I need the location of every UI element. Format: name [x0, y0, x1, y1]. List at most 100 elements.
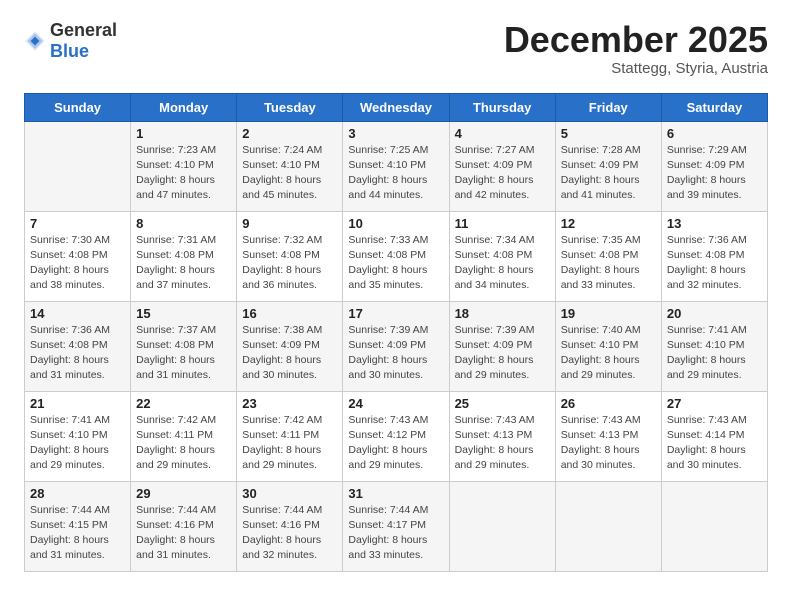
day-number: 1 — [136, 126, 231, 141]
calendar-body: 1 Sunrise: 7:23 AMSunset: 4:10 PMDaylight… — [25, 121, 768, 571]
logo-general: General — [50, 20, 117, 40]
day-number: 21 — [30, 396, 125, 411]
day-info: Sunrise: 7:40 AMSunset: 4:10 PMDaylight:… — [561, 323, 656, 384]
day-number: 24 — [348, 396, 443, 411]
day-number: 6 — [667, 126, 762, 141]
calendar-cell: 22Sunrise: 7:42 AMSunset: 4:11 PMDayligh… — [131, 391, 237, 481]
day-info: Sunrise: 7:44 AMSunset: 4:16 PMDaylight:… — [136, 503, 231, 564]
day-of-week-header: Wednesday — [343, 93, 449, 121]
day-number: 2 — [242, 126, 337, 141]
calendar-week-row: 28Sunrise: 7:44 AMSunset: 4:15 PMDayligh… — [25, 481, 768, 571]
day-number: 14 — [30, 306, 125, 321]
calendar-cell: 16Sunrise: 7:38 AMSunset: 4:09 PMDayligh… — [237, 301, 343, 391]
day-number: 23 — [242, 396, 337, 411]
calendar-cell — [661, 481, 767, 571]
day-info: Sunrise: 7:43 AMSunset: 4:13 PMDaylight:… — [561, 413, 656, 474]
calendar-cell: 17 Sunrise: 7:39 AMSunset: 4:09 PMDayligh… — [343, 301, 449, 391]
day-info: Sunrise: 7:30 AMSunset: 4:08 PMDaylight:… — [30, 233, 125, 294]
day-number: 10 — [348, 216, 443, 231]
day-info: Sunrise: 7:23 AMSunset: 4:10 PMDaylight:… — [136, 143, 231, 204]
day-number: 20 — [667, 306, 762, 321]
day-of-week-header: Sunday — [25, 93, 131, 121]
calendar-week-row: 7 Sunrise: 7:30 AMSunset: 4:08 PMDaylight… — [25, 211, 768, 301]
day-number: 8 — [136, 216, 231, 231]
day-info: Sunrise: 7:37 AMSunset: 4:08 PMDaylight:… — [136, 323, 231, 384]
calendar-week-row: 1 Sunrise: 7:23 AMSunset: 4:10 PMDaylight… — [25, 121, 768, 211]
calendar-cell: 24 Sunrise: 7:43 AMSunset: 4:12 PMDayligh… — [343, 391, 449, 481]
day-number: 26 — [561, 396, 656, 411]
day-info: Sunrise: 7:39 AMSunset: 4:09 PMDaylight:… — [455, 323, 550, 384]
day-info: Sunrise: 7:44 AMSunset: 4:17 PMDaylight:… — [348, 503, 443, 564]
day-of-week-header: Tuesday — [237, 93, 343, 121]
calendar-week-row: 14 Sunrise: 7:36 AMSunset: 4:08 PMDayligh… — [25, 301, 768, 391]
calendar-cell: 31 Sunrise: 7:44 AMSunset: 4:17 PMDayligh… — [343, 481, 449, 571]
day-number: 7 — [30, 216, 125, 231]
calendar-cell: 1 Sunrise: 7:23 AMSunset: 4:10 PMDaylight… — [131, 121, 237, 211]
day-info: Sunrise: 7:44 AMSunset: 4:16 PMDaylight:… — [242, 503, 337, 564]
day-number: 28 — [30, 486, 125, 501]
day-info: Sunrise: 7:43 AMSunset: 4:12 PMDaylight:… — [348, 413, 443, 474]
calendar-cell: 3 Sunrise: 7:25 AMSunset: 4:10 PMDaylight… — [343, 121, 449, 211]
title-block: December 2025 Stattegg, Styria, Austria — [504, 20, 768, 77]
day-info: Sunrise: 7:43 AMSunset: 4:13 PMDaylight:… — [455, 413, 550, 474]
day-number: 27 — [667, 396, 762, 411]
calendar-cell: 29Sunrise: 7:44 AMSunset: 4:16 PMDayligh… — [131, 481, 237, 571]
page-header: General Blue December 2025 Stattegg, Sty… — [24, 20, 768, 77]
day-number: 12 — [561, 216, 656, 231]
day-number: 22 — [136, 396, 231, 411]
day-number: 11 — [455, 216, 550, 231]
calendar-cell: 21 Sunrise: 7:41 AMSunset: 4:10 PMDayligh… — [25, 391, 131, 481]
calendar-cell: 28Sunrise: 7:44 AMSunset: 4:15 PMDayligh… — [25, 481, 131, 571]
day-info: Sunrise: 7:41 AMSunset: 4:10 PMDaylight:… — [667, 323, 762, 384]
day-info: Sunrise: 7:35 AMSunset: 4:08 PMDaylight:… — [561, 233, 656, 294]
day-of-week-header: Thursday — [449, 93, 555, 121]
day-number: 13 — [667, 216, 762, 231]
calendar-cell: 5Sunrise: 7:28 AMSunset: 4:09 PMDaylight… — [555, 121, 661, 211]
day-info: Sunrise: 7:32 AMSunset: 4:08 PMDaylight:… — [242, 233, 337, 294]
day-info: Sunrise: 7:33 AMSunset: 4:08 PMDaylight:… — [348, 233, 443, 294]
calendar-cell: 27 Sunrise: 7:43 AMSunset: 4:14 PMDayligh… — [661, 391, 767, 481]
day-number: 30 — [242, 486, 337, 501]
day-info: Sunrise: 7:28 AMSunset: 4:09 PMDaylight:… — [561, 143, 656, 204]
day-info: Sunrise: 7:25 AMSunset: 4:10 PMDaylight:… — [348, 143, 443, 204]
day-info: Sunrise: 7:34 AMSunset: 4:08 PMDaylight:… — [455, 233, 550, 294]
calendar-cell: 23 Sunrise: 7:42 AMSunset: 4:11 PMDayligh… — [237, 391, 343, 481]
calendar-cell: 8Sunrise: 7:31 AMSunset: 4:08 PMDaylight… — [131, 211, 237, 301]
day-info: Sunrise: 7:39 AMSunset: 4:09 PMDaylight:… — [348, 323, 443, 384]
logo: General Blue — [24, 20, 117, 62]
day-number: 15 — [136, 306, 231, 321]
day-of-week-header: Monday — [131, 93, 237, 121]
calendar-cell: 13Sunrise: 7:36 AMSunset: 4:08 PMDayligh… — [661, 211, 767, 301]
calendar-cell: 14 Sunrise: 7:36 AMSunset: 4:08 PMDayligh… — [25, 301, 131, 391]
day-info: Sunrise: 7:29 AMSunset: 4:09 PMDaylight:… — [667, 143, 762, 204]
logo-blue: Blue — [50, 41, 89, 61]
calendar-cell — [555, 481, 661, 571]
calendar-cell: 15 Sunrise: 7:37 AMSunset: 4:08 PMDayligh… — [131, 301, 237, 391]
day-number: 3 — [348, 126, 443, 141]
calendar-cell: 30 Sunrise: 7:44 AMSunset: 4:16 PMDayligh… — [237, 481, 343, 571]
day-number: 19 — [561, 306, 656, 321]
calendar-cell — [449, 481, 555, 571]
day-info: Sunrise: 7:42 AMSunset: 4:11 PMDaylight:… — [242, 413, 337, 474]
month-title: December 2025 — [504, 20, 768, 60]
day-of-week-header: Friday — [555, 93, 661, 121]
day-number: 25 — [455, 396, 550, 411]
day-info: Sunrise: 7:36 AMSunset: 4:08 PMDaylight:… — [30, 323, 125, 384]
calendar-cell: 7 Sunrise: 7:30 AMSunset: 4:08 PMDaylight… — [25, 211, 131, 301]
day-info: Sunrise: 7:24 AMSunset: 4:10 PMDaylight:… — [242, 143, 337, 204]
calendar-cell — [25, 121, 131, 211]
day-info: Sunrise: 7:43 AMSunset: 4:14 PMDaylight:… — [667, 413, 762, 474]
day-number: 31 — [348, 486, 443, 501]
calendar-header: SundayMondayTuesdayWednesdayThursdayFrid… — [25, 93, 768, 121]
calendar-cell: 19 Sunrise: 7:40 AMSunset: 4:10 PMDayligh… — [555, 301, 661, 391]
calendar-cell: 18 Sunrise: 7:39 AMSunset: 4:09 PMDayligh… — [449, 301, 555, 391]
day-info: Sunrise: 7:41 AMSunset: 4:10 PMDaylight:… — [30, 413, 125, 474]
day-number: 4 — [455, 126, 550, 141]
day-number: 17 — [348, 306, 443, 321]
day-info: Sunrise: 7:38 AMSunset: 4:09 PMDaylight:… — [242, 323, 337, 384]
day-number: 9 — [242, 216, 337, 231]
day-number: 18 — [455, 306, 550, 321]
calendar-cell: 10 Sunrise: 7:33 AMSunset: 4:08 PMDayligh… — [343, 211, 449, 301]
day-of-week-header: Saturday — [661, 93, 767, 121]
days-of-week-row: SundayMondayTuesdayWednesdayThursdayFrid… — [25, 93, 768, 121]
